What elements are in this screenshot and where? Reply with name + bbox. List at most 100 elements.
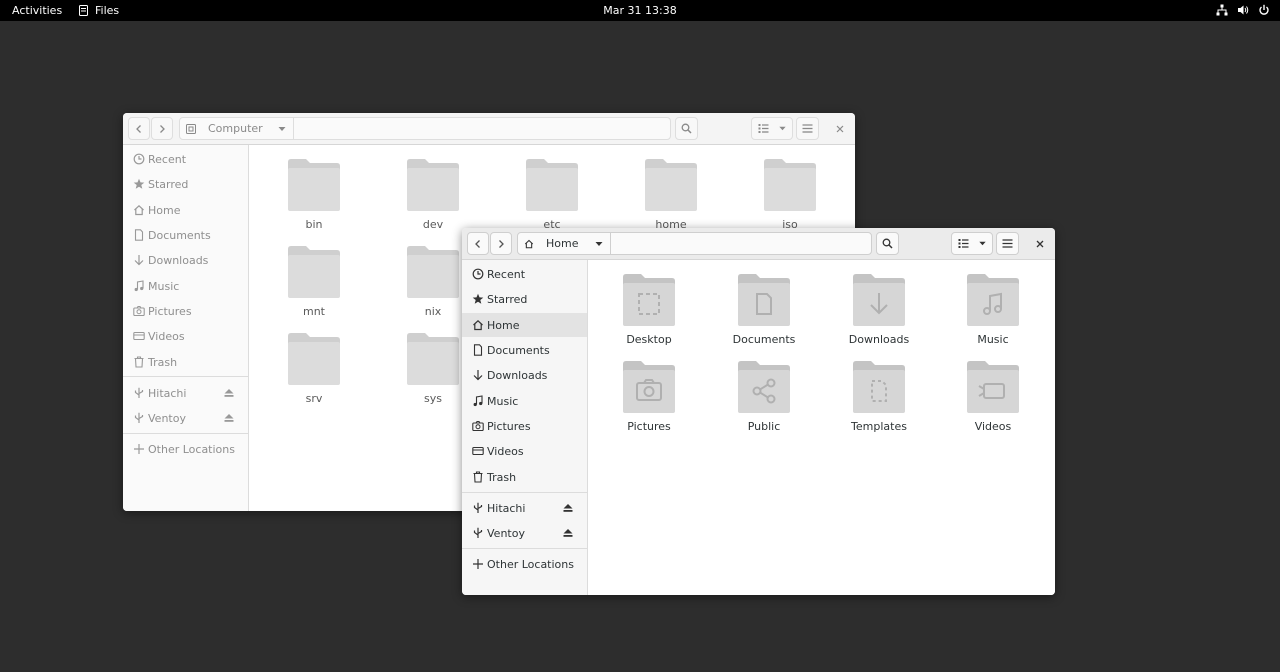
folder-icon — [407, 159, 459, 211]
folder-item-downloads[interactable]: Downloads — [829, 273, 929, 346]
sidebar-item-label: Recent — [487, 267, 526, 281]
main-menu-button[interactable] — [996, 232, 1019, 255]
folder-name: Videos — [974, 420, 1012, 433]
sidebar-item-home[interactable]: Home — [462, 313, 587, 337]
back-button[interactable] — [467, 232, 489, 255]
path-crumb-computer[interactable]: Computer — [180, 118, 294, 139]
documents-folder-icon — [738, 274, 790, 326]
system-tray[interactable] — [1216, 4, 1270, 16]
usb-icon — [134, 387, 144, 398]
list-view-icon — [958, 239, 968, 248]
folder-item-pictures[interactable]: Pictures — [599, 360, 699, 433]
folder-item[interactable]: dev — [383, 158, 483, 231]
close-window-button[interactable] — [1032, 236, 1048, 252]
sidebar-item-label: Downloads — [487, 368, 548, 382]
folder-name: Pictures — [627, 420, 671, 433]
dropdown-arrow-icon — [278, 126, 286, 131]
sidebar-item-ventoy[interactable]: Ventoy — [462, 521, 587, 545]
folder-icon — [645, 159, 697, 211]
hamburger-menu-icon — [1002, 239, 1013, 248]
chevron-left-icon — [136, 124, 141, 133]
folder-item-templates[interactable]: Templates — [829, 360, 929, 433]
sidebar-item-pictures[interactable]: Pictures — [462, 414, 587, 438]
folder-item-public[interactable]: Public — [714, 360, 814, 433]
sidebar-item-starred[interactable]: Starred — [462, 287, 587, 311]
path-bar[interactable]: Computer — [179, 117, 671, 140]
path-bar[interactable]: Home — [517, 232, 872, 255]
clock[interactable]: Mar 31 13:38 — [0, 4, 1280, 17]
sidebar-item-label: Home — [487, 318, 520, 332]
folder-item-documents[interactable]: Documents — [714, 273, 814, 346]
sidebar-item-documents[interactable]: Documents — [123, 223, 248, 247]
sidebar-item-label: Ventoy — [148, 411, 186, 425]
sidebar-item-downloads[interactable]: Downloads — [123, 248, 248, 272]
network-icon — [1216, 4, 1228, 16]
sidebar-separator — [462, 492, 587, 493]
sidebar-item-pictures[interactable]: Pictures — [123, 299, 248, 323]
sidebar-item-label: Downloads — [148, 253, 209, 267]
forward-button[interactable] — [490, 232, 512, 255]
folder-item[interactable]: etc — [502, 158, 602, 231]
sidebar-item-hitachi[interactable]: Hitachi — [123, 381, 248, 405]
sidebar-item-label: Other Locations — [487, 557, 574, 571]
sidebar-item-home[interactable]: Home — [123, 198, 248, 222]
eject-icon[interactable] — [562, 527, 574, 539]
back-button[interactable] — [128, 117, 150, 140]
view-options-button[interactable] — [751, 117, 793, 140]
clock-icon — [133, 153, 145, 165]
sidebar-item-music[interactable]: Music — [123, 274, 248, 298]
folder-item[interactable]: home — [621, 158, 721, 231]
folder-name: Templates — [851, 420, 907, 433]
main-menu-button[interactable] — [796, 117, 819, 140]
chevron-left-icon — [475, 239, 480, 248]
folder-icon — [407, 246, 459, 298]
eject-icon[interactable] — [562, 502, 574, 514]
sidebar-item-videos[interactable]: Videos — [462, 439, 587, 463]
folder-item-music[interactable]: Music — [943, 273, 1043, 346]
sidebar-item-trash[interactable]: Trash — [123, 350, 248, 374]
folder-item-desktop[interactable]: Desktop — [599, 273, 699, 346]
sidebar-item-label: Trash — [487, 470, 517, 484]
sidebar-item-recent[interactable]: Recent — [123, 147, 248, 171]
search-button[interactable] — [876, 232, 899, 255]
sidebar-item-downloads[interactable]: Downloads — [462, 363, 587, 387]
path-crumb-home[interactable]: Home — [518, 233, 612, 254]
folder-item[interactable]: srv — [264, 332, 364, 405]
folder-item[interactable]: mnt — [264, 245, 364, 318]
dropdown-arrow-icon — [778, 126, 786, 131]
camera-icon — [472, 421, 484, 432]
search-button[interactable] — [675, 117, 698, 140]
home-icon — [134, 204, 144, 216]
sidebar-item-label: Music — [148, 279, 180, 293]
plus-icon — [134, 444, 144, 454]
sidebar-item-hitachi[interactable]: Hitachi — [462, 496, 587, 520]
folder-item[interactable]: iso — [740, 158, 840, 231]
files-window-home[interactable]: Home Recent Starred Home Documents Downl… — [462, 228, 1055, 595]
sidebar-item-ventoy[interactable]: Ventoy — [123, 406, 248, 430]
sidebar-item-documents[interactable]: Documents — [462, 338, 587, 362]
sidebar-item-videos[interactable]: Videos — [123, 324, 248, 348]
folder-item-videos[interactable]: Videos — [943, 360, 1043, 433]
close-window-button[interactable] — [832, 121, 848, 137]
dropdown-arrow-icon — [978, 241, 986, 246]
sidebar-item-recent[interactable]: Recent — [462, 262, 587, 286]
sidebar-item-other-locations[interactable]: Other Locations — [123, 437, 248, 461]
close-icon — [836, 125, 844, 133]
sidebar: Recent Starred Home Documents Downloads … — [123, 145, 249, 511]
folder-item[interactable]: bin — [264, 158, 364, 231]
sidebar-item-music[interactable]: Music — [462, 389, 587, 413]
sidebar-item-other-locations[interactable]: Other Locations — [462, 552, 587, 576]
sidebar-separator — [462, 548, 587, 549]
eject-icon[interactable] — [223, 412, 235, 424]
forward-button[interactable] — [151, 117, 173, 140]
eject-icon[interactable] — [223, 387, 235, 399]
search-icon — [882, 238, 893, 249]
folder-icon — [288, 246, 340, 298]
view-options-button[interactable] — [951, 232, 993, 255]
sidebar: Recent Starred Home Documents Downloads … — [462, 260, 588, 595]
top-bar: Activities Files Mar 31 13:38 — [0, 0, 1280, 21]
sidebar-item-starred[interactable]: Starred — [123, 172, 248, 196]
file-grid: Desktop Documents Downloads Music Pictur… — [588, 260, 1055, 595]
sidebar-item-trash[interactable]: Trash — [462, 465, 587, 489]
download-arrow-icon — [134, 255, 144, 266]
